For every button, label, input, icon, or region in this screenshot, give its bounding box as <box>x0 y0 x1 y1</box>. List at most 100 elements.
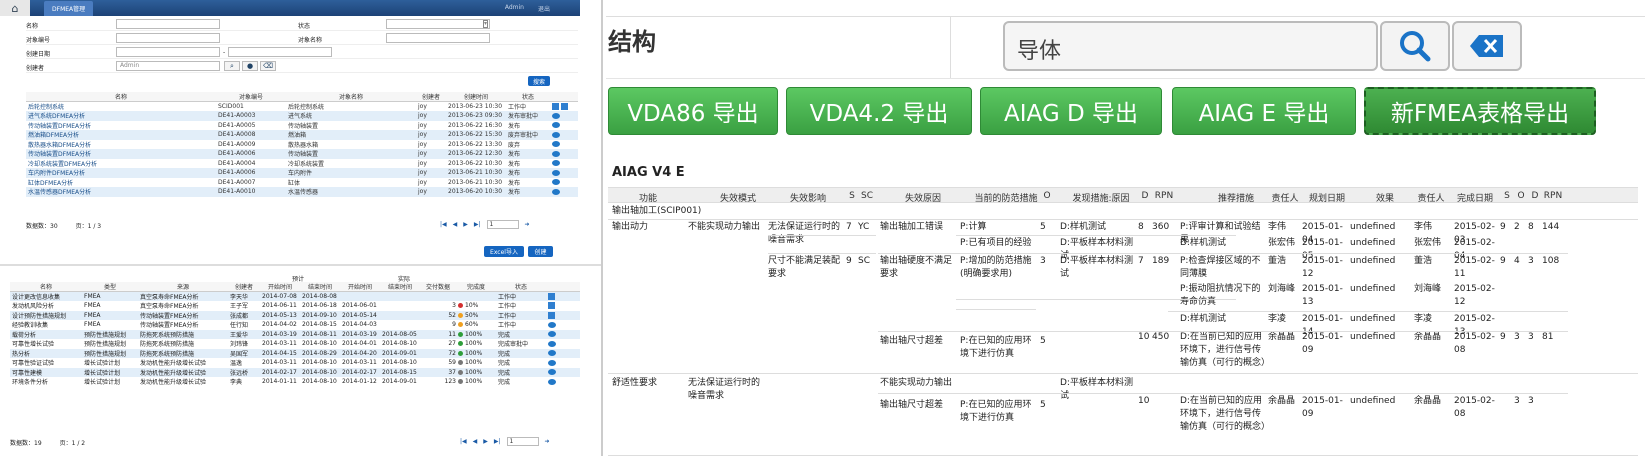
column-header[interactable]: 对象名称 <box>286 92 416 102</box>
view-icon[interactable] <box>552 150 560 157</box>
view-icon[interactable] <box>548 340 556 347</box>
excel-import-button[interactable]: Excel导入 <box>484 246 524 257</box>
view-icon[interactable] <box>552 122 560 129</box>
table-row[interactable]: 缸体DFMEA分析 DE41-A0007 缸体 joy 2013-06-21 10:30… <box>26 178 578 188</box>
view-icon[interactable] <box>548 350 556 357</box>
view-icon[interactable] <box>552 112 560 119</box>
search-input[interactable]: 导体 <box>1003 21 1378 71</box>
objno-input[interactable] <box>116 33 220 43</box>
logout-link[interactable]: 退出 <box>538 4 550 13</box>
home-icon[interactable]: ⌂ <box>0 0 30 16</box>
user-link[interactable]: Admin <box>505 4 524 13</box>
date-end-input[interactable] <box>228 47 332 57</box>
table-row[interactable]: 发动机风险分析 FMEA 真空泵寿命FMEA分析 王子军 2014-06-11 2014-… <box>10 301 580 311</box>
search-button[interactable]: 搜索 <box>528 76 550 86</box>
column-header: RPN <box>1154 191 1174 201</box>
create-button[interactable]: 创建 <box>528 246 553 257</box>
column-header[interactable]: 创建时间 <box>446 92 506 102</box>
table-cell: 真空泵寿命FMEA分析 <box>138 291 228 301</box>
view-icon[interactable] <box>548 331 556 338</box>
table-cell: 2014-03-11 <box>262 359 297 367</box>
search-button[interactable] <box>1380 21 1450 71</box>
edit-icon[interactable] <box>548 302 555 310</box>
date-start-input[interactable] <box>116 47 220 57</box>
view-icon[interactable] <box>552 141 560 148</box>
page-input[interactable]: 1 <box>506 437 539 446</box>
status-select[interactable]: ▾ <box>386 19 490 29</box>
table-row[interactable]: 经验教训收集 FMEA 传动轴装置FMEA分析 任行知 2014-04-02 2014-0… <box>10 320 580 330</box>
column-header[interactable]: 交付数据 <box>420 282 456 292</box>
table-cell: SC <box>858 256 870 266</box>
new-fmea-export-button[interactable]: 新FMEA表格导出 <box>1364 87 1596 135</box>
column-header[interactable]: 状态 <box>496 282 546 292</box>
column-header[interactable]: 结束时间 <box>300 282 340 292</box>
view-icon[interactable] <box>548 359 556 366</box>
table-row[interactable]: 设计预防性措施规划 FMEA 传动轴装置FMEA分析 张成都 2014-05-13 201… <box>10 310 580 320</box>
name-input[interactable] <box>116 19 220 29</box>
column-header[interactable]: 开始时间 <box>260 282 300 292</box>
view-icon[interactable] <box>548 378 556 385</box>
objname-input[interactable] <box>386 33 490 43</box>
next-page-icon[interactable]: ▶ <box>483 438 488 445</box>
table-row[interactable]: 进气系统DFMEA分析 DE41-A0003 进气系统 joy 2013-06-23 0… <box>26 111 578 121</box>
creator-input[interactable]: Admin <box>116 61 220 71</box>
search-icon[interactable]: ⌕ <box>224 61 240 71</box>
view-icon[interactable] <box>552 131 560 138</box>
table-row[interactable]: 车内附件DFMEA分析 DE41-A0006 车内附件 joy 2013-06-21 1… <box>26 168 578 178</box>
column-header[interactable]: 对象编号 <box>216 92 286 102</box>
column-header[interactable]: 创建者 <box>416 92 446 102</box>
view-icon[interactable] <box>548 321 556 328</box>
table-row[interactable]: 可靠性验证试验 增长试验计划 发动机性能升级增长试验 温逸 2014-03-11 2014… <box>10 358 580 368</box>
last-page-icon[interactable]: ▶| <box>494 438 501 445</box>
view-icon[interactable] <box>548 369 556 376</box>
edit-icon[interactable] <box>548 311 555 319</box>
first-page-icon[interactable]: |◀ <box>440 221 447 228</box>
prev-page-icon[interactable]: ◀ <box>453 221 458 228</box>
aiag-e-export-button[interactable]: AIAG E 导出 <box>1172 87 1356 135</box>
vda42-export-button[interactable]: VDA4.2 导出 <box>786 87 972 135</box>
column-header[interactable]: 完成度 <box>456 282 496 292</box>
clear-button[interactable] <box>1452 21 1522 71</box>
view-icon[interactable] <box>552 188 560 195</box>
table-row[interactable]: 冷却系统装置DFMEA分析 DE41-A0004 冷却系统装置 joy 2013-06-… <box>26 159 578 169</box>
aiag-d-export-button[interactable]: AIAG D 导出 <box>980 87 1162 135</box>
view-icon[interactable] <box>552 160 560 167</box>
table-row[interactable]: 载荷分析 预防性措施规划 防拖死系统预防措施 王爱华 2014-03-19 2014-08… <box>10 329 580 339</box>
user-icon[interactable]: ● <box>242 61 258 71</box>
table-row[interactable]: 可靠性建模 增长试验计划 发动机性能升级增长试验 张远桥 2014-02-17 2014-… <box>10 367 580 377</box>
table-row[interactable]: 传动轴装置DFMEA分析 DE41-A0006 传动轴装置 joy 2013-06-22… <box>26 149 578 159</box>
vda86-export-button[interactable]: VDA86 导出 <box>608 87 778 135</box>
column-header[interactable]: 创建者 <box>228 282 260 292</box>
clear-icon[interactable]: ⌫ <box>260 61 276 71</box>
prev-page-icon[interactable]: ◀ <box>473 438 478 445</box>
page-input[interactable]: 1 <box>486 220 519 229</box>
column-header[interactable]: 开始时间 <box>340 282 380 292</box>
column-header[interactable]: 结束时间 <box>380 282 420 292</box>
column-header[interactable]: 状态 <box>506 92 550 102</box>
view-icon[interactable] <box>552 169 560 176</box>
save-icon[interactable] <box>560 103 568 110</box>
table-row[interactable]: 传动轴装置DFMEA分析 DE41-A0005 传动轴装置 joy 2013-06-22… <box>26 121 578 131</box>
table-row[interactable]: 散热器水箱DFMEA分析 DE41-A0009 散热器水箱 joy 2013-06-22… <box>26 140 578 150</box>
column-header[interactable]: 类型 <box>82 282 138 292</box>
table-row[interactable]: 设计更改信息收集 FMEA 真空泵寿命FMEA分析 李天华 2014-07-08 2014… <box>10 291 580 301</box>
table-row[interactable]: 可靠性增长试验 预防性措施规划 防拖死系统预防措施 刘玮锋 2014-03-11 2014… <box>10 339 580 349</box>
table-row[interactable]: 燃油箱DFMEA分析 DE41-A0008 燃油箱 joy 2013-06-22 15:… <box>26 130 578 140</box>
column-header[interactable]: 名称 <box>10 282 82 292</box>
column-header[interactable]: 名称 <box>26 92 216 102</box>
next-page-icon[interactable]: ▶ <box>463 221 468 228</box>
last-page-icon[interactable]: ▶| <box>474 221 481 228</box>
column-header[interactable]: 来源 <box>138 282 228 292</box>
view-icon[interactable] <box>552 179 560 186</box>
go-page-icon[interactable]: ➜ <box>545 438 550 445</box>
first-page-icon[interactable]: |◀ <box>460 438 467 445</box>
edit-icon[interactable] <box>552 103 559 110</box>
tab-dfmea[interactable]: DFMEA管理 <box>44 0 94 16</box>
go-page-icon[interactable]: ➜ <box>525 221 530 228</box>
table-row[interactable]: 热分析 预防性措施规划 防拖死系统预防措施 吴国军 2014-04-15 2014-08-… <box>10 348 580 358</box>
edit-icon[interactable] <box>548 293 555 300</box>
table-cell: 2014-03-11 <box>262 340 297 348</box>
table-row[interactable]: 后轮控制系统 SCID001 后轮控制系统 joy 2013-06-23 10:30 工作… <box>26 102 578 111</box>
table-row[interactable]: 环境条件分析 增长试验计划 发动机性能升级增长试验 李典 2014-01-11 2014-… <box>10 377 580 387</box>
table-row[interactable]: 水温传感器DFMEA分析 DE41-A0010 水温传感器 joy 2013-06-20… <box>26 187 578 197</box>
